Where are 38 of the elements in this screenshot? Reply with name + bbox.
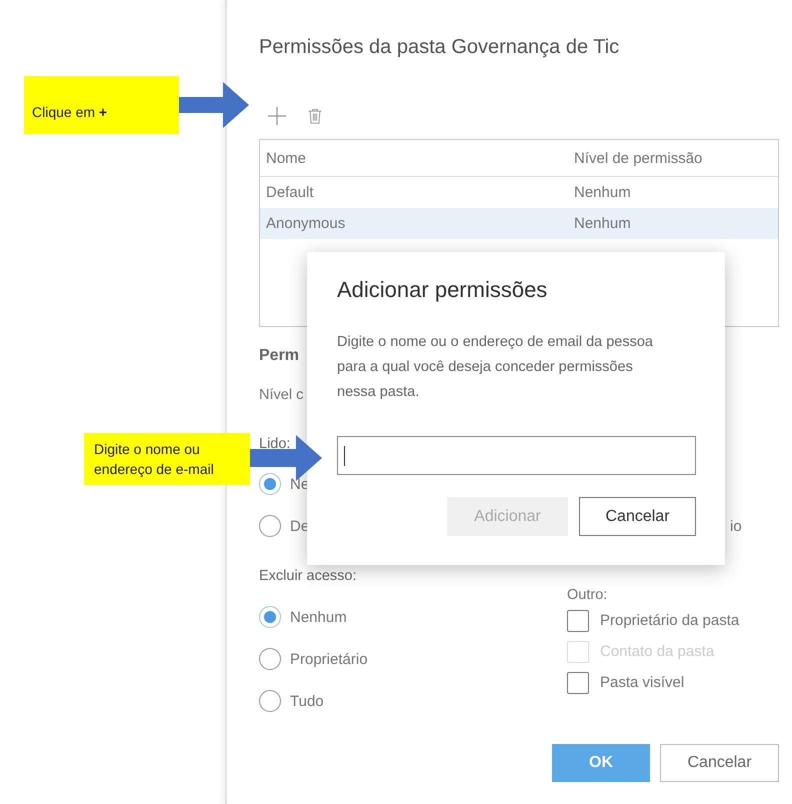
section-heading: Perm <box>259 346 300 366</box>
group-label: Lido: <box>259 435 290 453</box>
cancel-button[interactable]: Cancelar <box>579 497 696 536</box>
group-label: Excluir acesso: <box>259 567 357 586</box>
table-cell-text: Nenhum <box>573 215 632 232</box>
radio-button[interactable] <box>259 473 281 495</box>
option-label: Nenhum <box>290 608 347 626</box>
table-cell-text: Nenhum <box>573 184 632 201</box>
group-label: Outro: <box>567 586 608 605</box>
checkbox[interactable] <box>567 610 589 632</box>
trash-icon[interactable] <box>307 106 323 126</box>
dialog-title: Adicionar permissões <box>337 276 548 304</box>
radio-button[interactable] <box>259 515 281 537</box>
table-cell-text: Anonymous <box>265 215 346 232</box>
table-row[interactable]: Default Nenhum <box>260 177 778 208</box>
ok-button[interactable]: OK <box>552 744 650 782</box>
option-label: Tudo <box>290 692 324 710</box>
callout-note: Digite o nome ou endereço de e-mail <box>84 433 250 485</box>
input-field[interactable] <box>337 436 696 475</box>
option-label: io <box>730 518 742 534</box>
arrow-drawing <box>179 82 249 128</box>
radio-button[interactable] <box>259 690 281 712</box>
checkbox-label: Pasta visível <box>600 674 684 691</box>
radio-button[interactable] <box>259 648 281 670</box>
table-cell-text: Default <box>265 184 315 201</box>
checkbox-label: Proprietário da pasta <box>600 612 740 629</box>
panel-title: Permissões da pasta Governança de Tic <box>259 35 620 60</box>
callout-note: Clique em + <box>24 76 179 134</box>
add-icon[interactable] <box>267 106 287 126</box>
option-label: Proprietário <box>290 650 368 668</box>
checkbox[interactable] <box>567 672 589 694</box>
column-header: Nível de permissão <box>573 150 704 166</box>
cancel-button[interactable]: Cancelar <box>660 744 779 782</box>
column-header: Nome <box>265 150 308 166</box>
table-row[interactable]: Anonymous Nenhum <box>260 208 778 239</box>
dialog-description: Digite o nome ou o endereço de email da pessoa para a qual você deseja conceder permissões nessa pasta. <box>337 333 654 402</box>
radio-button[interactable] <box>259 606 281 628</box>
level-label: Nível c <box>259 386 304 405</box>
